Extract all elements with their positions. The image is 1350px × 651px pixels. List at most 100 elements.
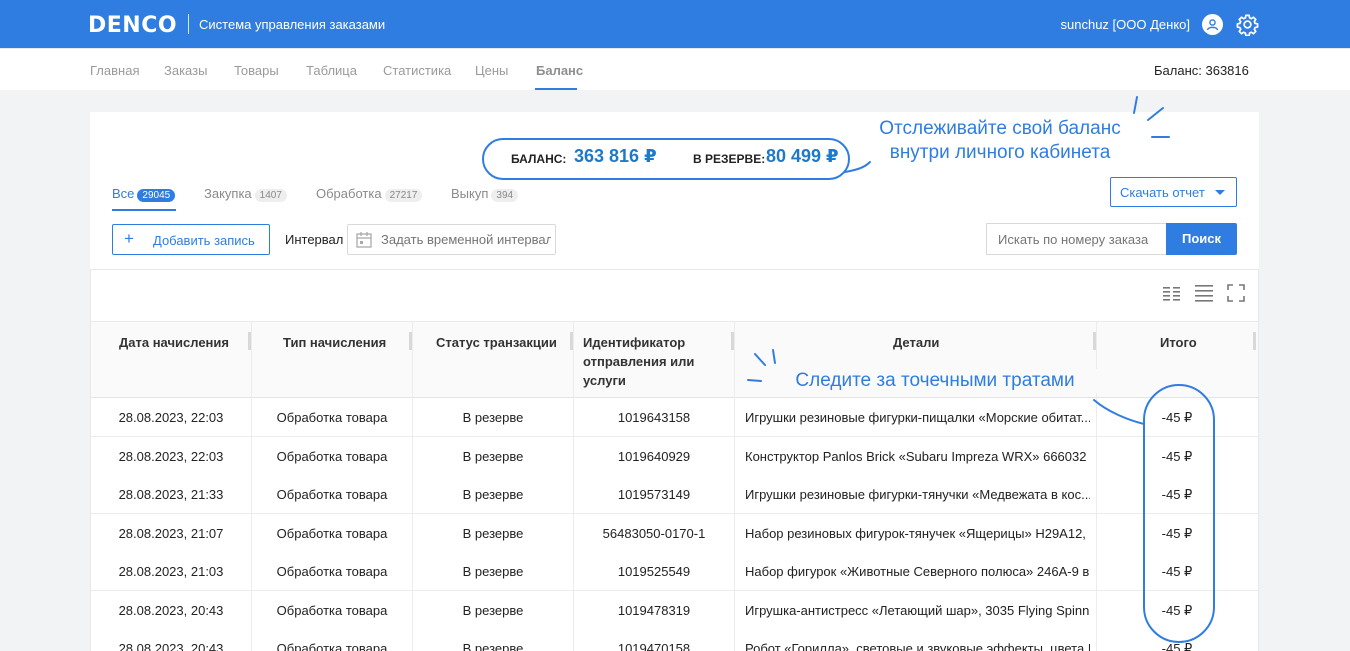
- nav-item-prices[interactable]: Цены: [475, 63, 508, 78]
- annotation-table: Следите за точечными тратами: [770, 369, 1100, 393]
- top-bar: DENCO Система управления заказами sunchu…: [0, 0, 1350, 49]
- reserve-label: В РЕЗЕРВЕ:: [693, 152, 766, 166]
- cell-date: 28.08.2023, 22:03: [118, 448, 224, 464]
- cell-id: 56483050-0170-1: [602, 525, 706, 541]
- cell-details: Конструктор Panlos Brick «Subaru Impreza…: [745, 448, 1090, 464]
- cell-type: Обработка товара: [276, 564, 388, 579]
- calendar-icon: [356, 232, 372, 248]
- cell-total: -45 ₽: [1161, 641, 1193, 651]
- table-row[interactable]: 28.08.2023, 20:43 Обработка товара В резер…: [91, 590, 1258, 630]
- settings-gear-icon[interactable]: [1236, 13, 1259, 37]
- cell-total: -45 ₽: [1161, 448, 1193, 464]
- cell-total: -45 ₽: [1161, 487, 1193, 502]
- nav-active-indicator: [535, 88, 577, 90]
- cell-date: 28.08.2023, 22:03: [118, 410, 224, 425]
- column-divider: [251, 321, 252, 651]
- order-search-field[interactable]: [986, 223, 1167, 255]
- cell-date: 28.08.2023, 21:33: [118, 487, 224, 502]
- user-avatar-icon[interactable]: [1202, 14, 1223, 35]
- col-header-status[interactable]: Статус транзакции: [436, 333, 557, 352]
- interval-label: Интервал: [285, 232, 344, 247]
- column-divider: [573, 321, 574, 651]
- cell-date: 28.08.2023, 21:03: [118, 564, 224, 579]
- search-button[interactable]: Поиск: [1166, 223, 1237, 255]
- cell-id: 1019640929: [617, 448, 691, 464]
- column-divider: [412, 321, 413, 651]
- date-interval-field[interactable]: [347, 224, 556, 255]
- tab-buyout[interactable]: Выкуп 394: [451, 186, 519, 202]
- fullscreen-icon[interactable]: [1226, 284, 1246, 302]
- cell-status: В резерве: [462, 487, 524, 502]
- cell-total: -45 ₽: [1161, 410, 1193, 425]
- table-row[interactable]: 28.08.2023, 21:33 Обработка товара В резер…: [91, 475, 1258, 514]
- nav-item-statistics[interactable]: Статистика: [383, 63, 451, 78]
- plus-icon: +: [124, 229, 134, 248]
- cell-status: В резерве: [462, 525, 524, 541]
- cell-details: Игрушка-антистресс «Летающий шар», 3035 …: [745, 602, 1090, 618]
- tab-buyout-label: Выкуп: [451, 186, 489, 201]
- tab-all-count: 29045: [137, 189, 176, 202]
- col-header-date[interactable]: Дата начисления: [119, 333, 229, 352]
- tab-purchase-label: Закупка: [204, 186, 252, 201]
- tab-buyout-count: 394: [491, 189, 519, 202]
- cell-status: В резерве: [462, 410, 524, 425]
- tab-processing-count: 27217: [384, 189, 423, 202]
- interval-input[interactable]: [381, 232, 551, 247]
- cell-id: 1019525549: [617, 564, 691, 579]
- column-resize-handle[interactable]: [1253, 332, 1256, 350]
- table-row[interactable]: 28.08.2023, 20:43 Обработка товара В резер…: [91, 629, 1258, 651]
- cell-status: В резерве: [462, 641, 524, 651]
- tab-active-indicator: [112, 209, 176, 211]
- cell-status: В резерве: [462, 448, 524, 464]
- cell-status: В резерве: [462, 564, 524, 579]
- cell-type: Обработка товара: [276, 641, 388, 651]
- cell-details: Игрушки резиновые фигурки-пищалки «Морск…: [745, 410, 1090, 425]
- chevron-down-icon: [1215, 190, 1225, 195]
- nav-item-orders[interactable]: Заказы: [164, 63, 207, 78]
- cell-type: Обработка товара: [276, 602, 388, 618]
- col-header-id[interactable]: Идентификатор отправления или услуги: [583, 333, 723, 390]
- cell-details: Набор резиновых фигурок-тянучек «Ящерицы…: [745, 525, 1090, 541]
- tab-all[interactable]: Все 29045: [112, 186, 176, 202]
- table-row[interactable]: 28.08.2023, 21:03 Обработка товара В резер…: [91, 552, 1258, 591]
- cell-total: -45 ₽: [1161, 602, 1193, 618]
- download-report-label: Скачать отчет: [1120, 185, 1205, 200]
- search-input[interactable]: [998, 232, 1158, 247]
- density-icon[interactable]: [1194, 284, 1214, 302]
- balance-summary: БАЛАНС: 363 816 ₽ В РЕЗЕРВЕ: 80 499 ₽: [482, 138, 850, 180]
- cell-type: Обработка товара: [276, 487, 388, 502]
- cell-type: Обработка товара: [276, 448, 388, 464]
- tab-purchase-count: 1407: [254, 189, 287, 202]
- table-row[interactable]: 28.08.2023, 22:03 Обработка товара В резер…: [91, 436, 1258, 476]
- cell-type: Обработка товара: [276, 410, 388, 425]
- cell-date: 28.08.2023, 21:07: [118, 525, 224, 541]
- nav-item-balance[interactable]: Баланс: [536, 63, 583, 78]
- cell-id: 1019478319: [617, 602, 691, 618]
- cell-id: 1019470158: [617, 641, 691, 651]
- nav-item-table[interactable]: Таблица: [306, 63, 357, 78]
- col-header-details[interactable]: Детали: [893, 333, 939, 352]
- nav-item-home[interactable]: Главная: [90, 63, 139, 78]
- tab-purchase[interactable]: Закупка 1407: [204, 186, 287, 202]
- logo[interactable]: DENCO: [88, 13, 177, 38]
- table-row[interactable]: 28.08.2023, 21:07 Обработка товара В резер…: [91, 513, 1258, 553]
- table-row[interactable]: 28.08.2023, 22:03 Обработка товара В резер…: [91, 398, 1258, 437]
- add-record-button[interactable]: + Добавить запись: [112, 224, 270, 255]
- tab-processing-label: Обработка: [316, 186, 382, 201]
- cell-total: -45 ₽: [1161, 525, 1193, 541]
- cell-details: Робот «Горилла», световые и звуковые эфф…: [745, 641, 1090, 651]
- cell-date: 28.08.2023, 20:43: [118, 641, 224, 651]
- col-header-total[interactable]: Итого: [1160, 333, 1197, 352]
- nav-item-products[interactable]: Товары: [234, 63, 279, 78]
- user-name[interactable]: sunchuz [ООО Денко]: [1061, 17, 1190, 32]
- cell-id: 1019573149: [617, 487, 691, 502]
- download-report-button[interactable]: Скачать отчет: [1110, 177, 1237, 207]
- balance-value: 363 816 ₽: [574, 146, 657, 166]
- cell-total: -45 ₽: [1161, 564, 1193, 579]
- nav-balance: Баланс: 363816: [1154, 63, 1249, 78]
- column-settings-icon[interactable]: [1162, 284, 1182, 302]
- app-title: Система управления заказами: [199, 17, 386, 32]
- tab-processing[interactable]: Обработка 27217: [316, 186, 423, 202]
- col-header-type[interactable]: Тип начисления: [283, 333, 386, 352]
- add-record-label: Добавить запись: [153, 233, 255, 248]
